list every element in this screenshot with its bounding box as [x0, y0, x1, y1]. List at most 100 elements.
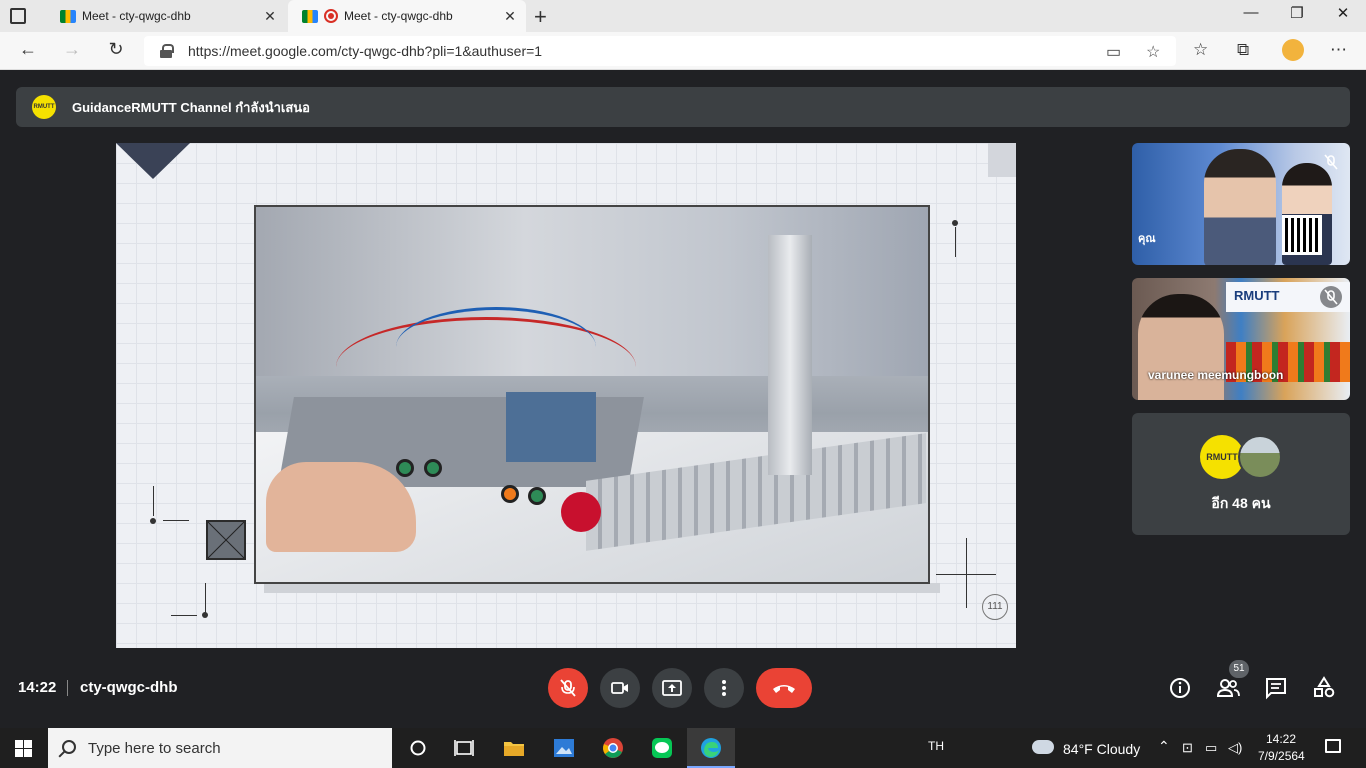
weather-cloud-icon: [1032, 740, 1054, 754]
tray-chevron-icon[interactable]: ⌃: [1158, 738, 1170, 755]
meeting-details-icon[interactable]: [1167, 675, 1193, 701]
line-app-icon[interactable]: [650, 736, 674, 760]
video-orange-button: [501, 485, 519, 503]
shared-screen: 111: [116, 143, 1016, 648]
taskbar-clock-date[interactable]: 7/9/2564: [1258, 749, 1305, 763]
url-field[interactable]: https://meet.google.com/cty-qwgc-dhb?pli…: [144, 36, 1176, 66]
tab-title: Meet - cty-qwgc-dhb: [344, 9, 453, 23]
edge-icon[interactable]: [699, 736, 723, 760]
activities-icon[interactable]: [1311, 675, 1337, 701]
battery-icon[interactable]: ▭: [1205, 740, 1217, 756]
present-screen-icon: [662, 680, 682, 696]
recording-icon: [324, 9, 338, 23]
others-count-label: อีก 48 คน: [1211, 495, 1271, 511]
people-count-badge: 51: [1229, 660, 1249, 678]
slide-corner-decoration: [116, 143, 190, 179]
windows-start-icon[interactable]: [15, 740, 32, 757]
chrome-icon[interactable]: [601, 736, 625, 760]
embedded-video: [254, 205, 930, 584]
slide-line-decoration: [955, 227, 956, 257]
video-green-button: [396, 459, 414, 477]
video-cylinder: [768, 235, 812, 475]
camera-icon: [611, 682, 628, 694]
url-text: https://meet.google.com/cty-qwgc-dhb?pli…: [188, 43, 543, 59]
favorites-icon[interactable]: ☆: [1193, 40, 1208, 60]
video-green-button: [424, 459, 442, 477]
minimize-icon[interactable]: —: [1228, 4, 1274, 21]
mic-off-icon: [1320, 286, 1342, 308]
back-icon[interactable]: ←: [16, 39, 40, 60]
tab-actions-icon[interactable]: [10, 8, 26, 24]
notifications-icon[interactable]: [1325, 739, 1341, 753]
video-power-supply: [506, 392, 596, 462]
photos-icon[interactable]: [552, 736, 576, 760]
cortana-icon[interactable]: [406, 736, 430, 760]
slide-line-decoration: [205, 583, 206, 613]
mic-toggle-button[interactable]: [548, 668, 588, 708]
close-window-icon[interactable]: ✕: [1320, 4, 1366, 22]
slide-dot-decoration: [952, 220, 958, 226]
slide-number: 111: [982, 594, 1008, 620]
meet-stage: RMUTT GuidanceRMUTT Channel กำลังนำเสนอ: [0, 71, 1366, 728]
participant-tile[interactable]: RMUTT varunee meemungboon: [1132, 278, 1350, 400]
presenter-text: GuidanceRMUTT Channel กำลังนำเสนอ: [72, 99, 310, 115]
file-explorer-icon[interactable]: [502, 736, 526, 760]
presenter-banner: RMUTT GuidanceRMUTT Channel กำลังนำเสนอ: [16, 87, 1350, 127]
video-frame-shadow: [264, 583, 940, 593]
video-blue-wires: [396, 307, 596, 387]
participant-avatar: [1238, 435, 1282, 479]
task-view-icon[interactable]: [452, 736, 476, 760]
browser-tab-bar: Meet - cty-qwgc-dhb ✕ Meet - cty-qwgc-dh…: [0, 0, 1366, 32]
input-language[interactable]: TH: [928, 739, 944, 753]
slide-line-decoration: [966, 538, 967, 608]
collections-icon[interactable]: ⧉: [1237, 40, 1249, 60]
leave-call-button[interactable]: [756, 668, 812, 708]
profile-avatar[interactable]: [1282, 39, 1304, 61]
tab-title: Meet - cty-qwgc-dhb: [82, 9, 191, 23]
slide-line-decoration: [163, 520, 189, 521]
more-menu-icon[interactable]: ⋯: [1330, 40, 1347, 60]
taskbar-clock-time[interactable]: 14:22: [1266, 732, 1296, 746]
meeting-code: cty-qwgc-dhb: [80, 679, 178, 696]
video-emergency-stop: [561, 492, 601, 532]
chat-icon[interactable]: [1263, 675, 1289, 701]
forward-icon[interactable]: →: [60, 39, 84, 60]
taskbar-search[interactable]: Type here to search: [48, 728, 392, 768]
video-green-button: [528, 487, 546, 505]
more-options-button[interactable]: [704, 668, 744, 708]
taskbar-search-placeholder: Type here to search: [88, 739, 221, 757]
present-now-button[interactable]: [652, 668, 692, 708]
network-icon[interactable]: ⊡: [1182, 740, 1193, 756]
meet-logo-icon: [60, 9, 76, 23]
new-tab-icon[interactable]: +: [534, 4, 547, 30]
browser-address-bar: ← → ↻ https://meet.google.com/cty-qwgc-d…: [0, 32, 1366, 70]
tab-close-icon[interactable]: ✕: [500, 8, 520, 25]
camera-toggle-button[interactable]: [600, 668, 640, 708]
restore-icon[interactable]: ❐: [1274, 4, 1320, 22]
tab-close-icon[interactable]: ✕: [260, 8, 280, 25]
others-tile[interactable]: RMUTT อีก 48 คน: [1132, 413, 1350, 535]
reload-icon[interactable]: ↻: [104, 39, 128, 60]
tab-meet-1[interactable]: Meet - cty-qwgc-dhb ✕: [46, 0, 286, 32]
people-icon[interactable]: [1215, 675, 1241, 701]
add-favorite-icon[interactable]: ☆: [1146, 42, 1160, 62]
volume-icon[interactable]: ◁): [1228, 740, 1242, 756]
rmutt-banner-text: RMUTT: [1234, 288, 1280, 303]
participant-name: varunee meemungboon: [1148, 368, 1284, 382]
mic-off-icon: [1320, 151, 1342, 173]
meeting-time: 14:22: [18, 679, 57, 696]
lock-icon: [160, 44, 174, 58]
rmutt-logo: RMUTT: [32, 95, 56, 119]
mic-off-icon: [560, 679, 576, 697]
slide-line-decoration: [153, 486, 154, 516]
participant-name: คุณ: [1138, 233, 1156, 245]
participant-tile-self[interactable]: คุณ: [1132, 143, 1350, 265]
tab-meet-2[interactable]: Meet - cty-qwgc-dhb ✕: [288, 0, 526, 32]
qr-code-image: [1282, 215, 1322, 255]
slide-dot-decoration: [150, 518, 156, 524]
meet-logo-icon: [302, 9, 318, 23]
camera-permission-icon[interactable]: ▭: [1106, 42, 1121, 62]
hang-up-icon: [773, 685, 795, 693]
participant-video: [1204, 149, 1276, 265]
weather-text[interactable]: 84°F Cloudy: [1063, 741, 1140, 757]
